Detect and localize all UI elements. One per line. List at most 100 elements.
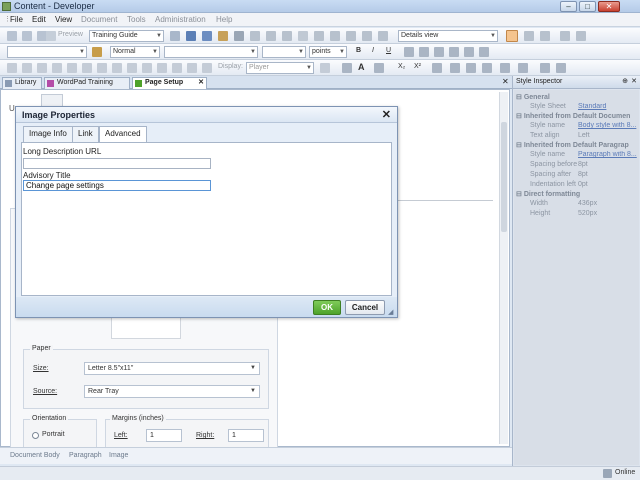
menu-administration[interactable]: Administration [155, 15, 206, 24]
tab-advanced[interactable]: Advanced [99, 126, 147, 143]
border-icon[interactable] [157, 63, 167, 73]
justify-icon[interactable] [449, 47, 459, 57]
move-icon[interactable] [67, 63, 77, 73]
unit-combo[interactable]: points ▼ [309, 46, 347, 58]
layout-icon[interactable] [506, 30, 518, 42]
maximize-button[interactable]: □ [579, 1, 596, 12]
table-icon[interactable] [314, 31, 324, 41]
style-combo[interactable]: ▼ [7, 46, 87, 58]
checkin-icon[interactable] [560, 31, 570, 41]
cut-icon[interactable] [186, 31, 196, 41]
display-options-icon[interactable] [320, 63, 330, 73]
editor-scrollbar[interactable] [499, 92, 508, 444]
paste-icon[interactable] [218, 31, 228, 41]
sort-icon[interactable] [540, 63, 550, 73]
align-right-icon[interactable] [434, 47, 444, 57]
portrait-radio[interactable] [32, 432, 39, 439]
eraser-icon[interactable] [432, 63, 442, 73]
breadcrumb-image[interactable]: Image [109, 452, 128, 459]
left-margin-input[interactable]: 1 [146, 429, 182, 442]
long-description-input[interactable] [23, 158, 211, 169]
paragraph-combo[interactable]: Normal ▼ [110, 46, 160, 58]
new-icon[interactable] [7, 31, 17, 41]
symbol-icon[interactable] [500, 63, 510, 73]
refresh-icon[interactable] [576, 31, 586, 41]
frame-icon[interactable] [37, 63, 47, 73]
merge-icon[interactable] [127, 63, 137, 73]
link-icon[interactable] [282, 31, 292, 41]
section-inherited-document[interactable]: ⊟ Inherited from Default Documen [516, 112, 638, 120]
properties-icon[interactable] [187, 63, 197, 73]
image-icon[interactable] [298, 31, 308, 41]
print-icon[interactable] [46, 31, 56, 41]
menu-document[interactable]: Document [81, 15, 117, 24]
tree-icon[interactable] [540, 31, 550, 41]
field-icon[interactable] [22, 63, 32, 73]
bold-icon[interactable]: B [356, 47, 361, 54]
tab-link[interactable]: Link [72, 126, 99, 142]
tab-wordpad-training[interactable]: WordPad Training [44, 77, 130, 89]
dialog-close-icon[interactable]: ✕ [382, 108, 391, 121]
close-panel-icon[interactable]: ✕ [631, 76, 637, 88]
numbered-list-icon[interactable] [479, 47, 489, 57]
special-char-icon[interactable] [518, 63, 528, 73]
right-margin-input[interactable]: 1 [228, 429, 264, 442]
panel-icon[interactable] [524, 31, 534, 41]
undo-icon[interactable] [250, 31, 260, 41]
list-style-icon[interactable] [482, 63, 492, 73]
align-left-icon[interactable] [404, 47, 414, 57]
copy-icon[interactable] [202, 31, 212, 41]
tab-library[interactable]: Library [2, 77, 42, 89]
tag-icon[interactable] [556, 63, 566, 73]
menu-help[interactable]: Help [216, 15, 232, 24]
resize-grip-icon[interactable]: ◢ [388, 308, 393, 316]
insert-icon[interactable] [52, 63, 62, 73]
menu-file[interactable]: File [10, 15, 23, 24]
indent-icon[interactable] [466, 63, 476, 73]
split-icon[interactable] [142, 63, 152, 73]
table-props-icon[interactable] [202, 63, 212, 73]
search-icon[interactable] [170, 31, 180, 41]
column-icon[interactable] [97, 63, 107, 73]
ok-button[interactable]: OK [313, 300, 341, 315]
open-icon[interactable] [22, 31, 32, 41]
tab-image-info[interactable]: Image Info [23, 126, 73, 142]
section-direct-formatting[interactable]: ⊟ Direct formatting [516, 190, 638, 198]
close-tab-icon[interactable]: ✕ [198, 78, 204, 88]
highlight-icon[interactable] [374, 63, 384, 73]
redo-icon[interactable] [266, 31, 276, 41]
delete-icon[interactable] [234, 31, 244, 41]
view-combo[interactable]: Details view ▼ [398, 30, 498, 42]
format-painter-icon[interactable] [92, 47, 102, 57]
sync-icon[interactable] [378, 31, 388, 41]
close-window-button[interactable]: ✕ [598, 1, 620, 12]
font-combo[interactable]: ▼ [164, 46, 258, 58]
document-combo[interactable]: Training Guide ▼ [89, 30, 164, 42]
size-select[interactable]: Letter 8.5"x11" ▼ [84, 362, 260, 375]
style-sheet-value[interactable]: Standard [578, 103, 638, 110]
shading-icon[interactable] [172, 63, 182, 73]
advisory-title-input[interactable]: Change page settings [23, 180, 211, 191]
breadcrumb-paragraph[interactable]: Paragraph [69, 452, 102, 459]
display-combo[interactable]: Player ▼ [246, 62, 314, 74]
grid-icon[interactable] [7, 63, 17, 73]
menu-view[interactable]: View [55, 15, 72, 24]
tab-page-setup[interactable]: Page Setup ✕ [132, 77, 207, 89]
size-combo[interactable]: ▼ [262, 46, 306, 58]
bullet-list-icon[interactable] [464, 47, 474, 57]
para-style-name-value[interactable]: Paragraph with 8... [578, 151, 638, 158]
underline-icon[interactable]: U [386, 47, 391, 54]
menu-edit[interactable]: Edit [32, 15, 46, 24]
source-select[interactable]: Rear Tray ▼ [84, 385, 260, 398]
menu-tools[interactable]: Tools [127, 15, 146, 24]
pin-icon[interactable]: ⊕ [622, 76, 628, 88]
superscript-icon[interactable]: X² [414, 63, 421, 70]
align-center-icon[interactable] [419, 47, 429, 57]
preview-button[interactable]: Preview [58, 31, 83, 38]
cancel-button[interactable]: Cancel [345, 300, 385, 315]
minimize-button[interactable]: – [560, 1, 577, 12]
clear-format-icon[interactable] [342, 63, 352, 73]
italic-icon[interactable]: I [372, 47, 374, 54]
spellcheck-icon[interactable] [362, 31, 372, 41]
row-icon[interactable] [82, 63, 92, 73]
